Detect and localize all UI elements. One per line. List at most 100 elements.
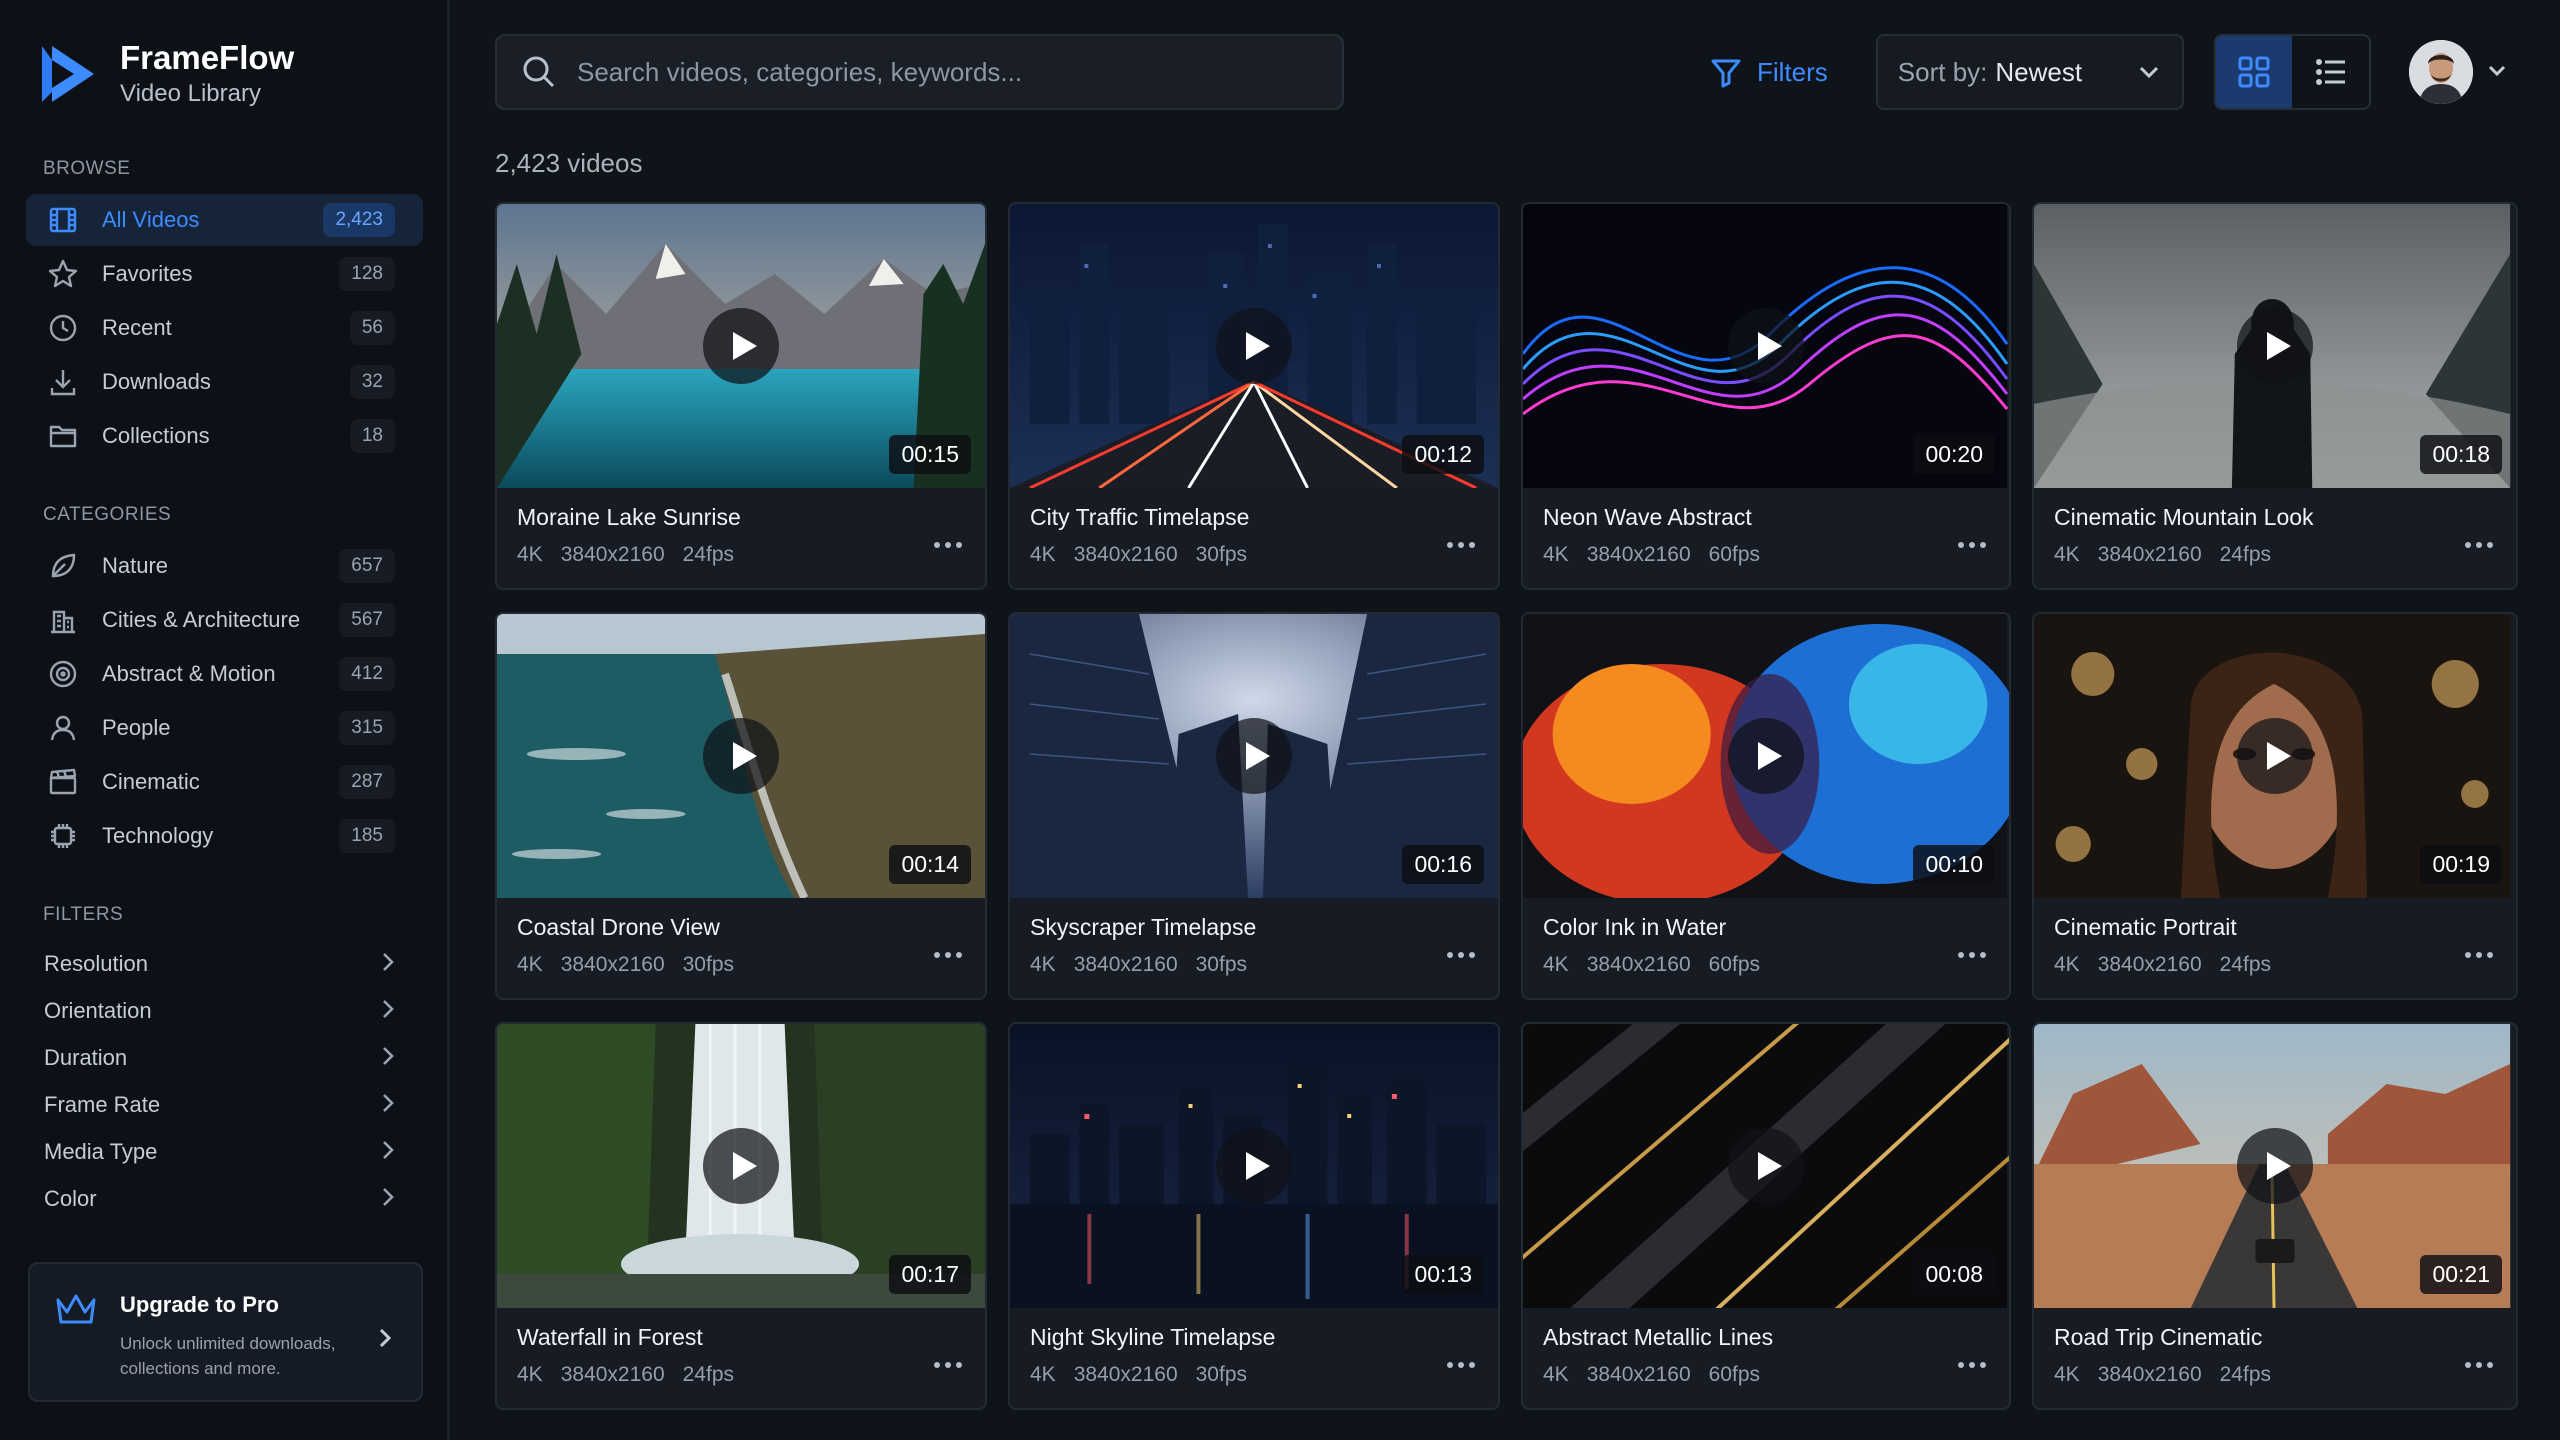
category-item-cinematic[interactable]: Cinematic 287	[26, 756, 423, 808]
video-thumbnail[interactable]: 00:10	[1523, 614, 2009, 898]
filter-resolution[interactable]: Resolution	[26, 940, 423, 987]
more-options-icon[interactable]	[2464, 1344, 2494, 1376]
play-button[interactable]	[1728, 308, 1804, 384]
filter-media-type[interactable]: Media Type	[26, 1128, 423, 1175]
filter-frame-rate[interactable]: Frame Rate	[26, 1081, 423, 1128]
video-card[interactable]: 00:13 Night Skyline Timelapse 4K 3840x2160 3…	[1008, 1022, 1500, 1410]
category-item-abstract-motion[interactable]: Abstract & Motion 412	[26, 648, 423, 700]
video-specs: 4K 3840x2160 30fps	[1030, 953, 1478, 977]
video-resolution: 4K	[2054, 1363, 2080, 1386]
sort-dropdown[interactable]: Sort by: Newest	[1875, 34, 2184, 110]
video-card[interactable]: 00:10 Color Ink in Water 4K 3840x2160 60fps	[1521, 612, 2011, 1000]
sidebar-item-downloads[interactable]: Downloads 32	[26, 356, 423, 408]
video-thumbnail[interactable]: 00:21	[2034, 1024, 2516, 1308]
video-thumbnail[interactable]: 00:14	[497, 614, 985, 898]
more-options-icon[interactable]	[933, 1344, 963, 1376]
play-button[interactable]	[1216, 308, 1292, 384]
nav-label: Abstract & Motion	[102, 661, 276, 686]
search-icon	[523, 56, 555, 88]
play-button[interactable]	[1216, 718, 1292, 794]
video-thumbnail[interactable]: 00:08	[1523, 1024, 2009, 1308]
video-card[interactable]: 00:19 Cinematic Portrait 4K 3840x2160 24fps	[2032, 612, 2518, 1000]
more-options-icon[interactable]	[1446, 1344, 1476, 1376]
nav-count: 56	[349, 311, 395, 345]
more-options-icon[interactable]	[1957, 524, 1987, 556]
chevron-right-icon	[377, 948, 399, 980]
sidebar-item-recent[interactable]: Recent 56	[26, 302, 423, 354]
filter-label: Resolution	[44, 950, 148, 976]
filter-orientation[interactable]: Orientation	[26, 987, 423, 1034]
more-options-icon[interactable]	[1957, 934, 1987, 966]
more-options-icon[interactable]	[1446, 524, 1476, 556]
brand[interactable]: FrameFlow Video Library	[38, 36, 423, 112]
nav-label: Cities & Architecture	[102, 607, 301, 632]
leaf-icon	[46, 549, 80, 583]
video-card[interactable]: 00:15 Moraine Lake Sunrise 4K 3840x2160 24fp…	[495, 202, 987, 590]
more-options-icon[interactable]	[933, 934, 963, 966]
more-options-icon[interactable]	[933, 524, 963, 556]
filter-duration[interactable]: Duration	[26, 1034, 423, 1081]
category-item-people[interactable]: People 315	[26, 702, 423, 754]
avatar[interactable]	[2408, 40, 2473, 104]
filter-color[interactable]: Color	[26, 1175, 423, 1222]
duration-badge: 00:08	[1913, 1255, 1995, 1294]
play-button[interactable]	[703, 308, 779, 384]
video-card[interactable]: 00:12 City Traffic Timelapse 4K 3840x2160 30…	[1008, 202, 1500, 590]
more-options-icon[interactable]	[1957, 1344, 1987, 1376]
video-card[interactable]: 00:08 Abstract Metallic Lines 4K 3840x2160 6…	[1521, 1022, 2011, 1410]
video-title: Moraine Lake Sunrise	[517, 504, 741, 530]
play-button[interactable]	[1728, 718, 1804, 794]
topbar: Filters Sort by: Newest	[495, 34, 2560, 110]
sidebar-item-all-videos[interactable]: All Videos 2,423	[26, 194, 423, 246]
category-item-cities-architecture[interactable]: Cities & Architecture 567	[26, 594, 423, 646]
video-dimensions: 3840x2160	[560, 543, 665, 566]
filters-list: Resolution Orientation Duration Frame Rate M…	[26, 940, 423, 1222]
video-title: Road Trip Cinematic	[2054, 1324, 2263, 1350]
search-input[interactable]	[577, 56, 1318, 88]
video-thumbnail[interactable]: 00:15	[497, 204, 985, 488]
play-button[interactable]	[703, 718, 779, 794]
video-thumbnail[interactable]: 00:18	[2034, 204, 2516, 488]
video-title: Waterfall in Forest	[517, 1324, 703, 1350]
play-button[interactable]	[2237, 718, 2313, 794]
video-thumbnail[interactable]: 00:19	[2034, 614, 2516, 898]
video-title: Abstract Metallic Lines	[1543, 1324, 1774, 1350]
grid-view-button[interactable]	[2215, 36, 2293, 108]
play-button[interactable]	[1216, 1128, 1292, 1204]
video-thumbnail[interactable]: 00:16	[1010, 614, 1498, 898]
video-thumbnail[interactable]: 00:12	[1010, 204, 1498, 488]
video-dimensions: 3840x2160	[2097, 953, 2202, 976]
video-fps: 30fps	[682, 953, 734, 976]
upgrade-to-pro-card[interactable]: Upgrade to Pro Unlock unlimited download…	[28, 1262, 423, 1402]
search-box[interactable]	[495, 34, 1344, 110]
category-item-technology[interactable]: Technology 185	[26, 810, 423, 862]
video-card[interactable]: 00:16 Skyscraper Timelapse 4K 3840x2160 30fp…	[1008, 612, 1500, 1000]
more-options-icon[interactable]	[2464, 524, 2494, 556]
video-card[interactable]: 00:18 Cinematic Mountain Look 4K 3840x2160 2…	[2032, 202, 2518, 590]
filter-label: Media Type	[44, 1138, 158, 1164]
video-thumbnail[interactable]: 00:13	[1010, 1024, 1498, 1308]
sidebar-item-favorites[interactable]: Favorites 128	[26, 248, 423, 300]
duration-badge: 00:15	[889, 435, 971, 474]
category-item-nature[interactable]: Nature 657	[26, 540, 423, 592]
video-resolution: 4K	[517, 1363, 543, 1386]
play-button[interactable]	[2237, 1128, 2313, 1204]
filters-button[interactable]: Filters	[1709, 55, 1828, 89]
sidebar-item-collections[interactable]: Collections 18	[26, 410, 423, 462]
play-button[interactable]	[1728, 1128, 1804, 1204]
video-card[interactable]: 00:14 Coastal Drone View 4K 3840x2160 30fps	[495, 612, 987, 1000]
more-options-icon[interactable]	[1446, 934, 1476, 966]
video-card[interactable]: 00:17 Waterfall in Forest 4K 3840x2160 24fps	[495, 1022, 987, 1410]
list-view-button[interactable]	[2292, 36, 2369, 108]
video-thumbnail[interactable]: 00:17	[497, 1024, 985, 1308]
video-card[interactable]: 00:20 Neon Wave Abstract 4K 3840x2160 60fps	[1521, 202, 2011, 590]
more-options-icon[interactable]	[2464, 934, 2494, 966]
filter-label: Duration	[44, 1044, 128, 1070]
video-thumbnail[interactable]: 00:20	[1523, 204, 2009, 488]
video-card[interactable]: 00:21 Road Trip Cinematic 4K 3840x2160 24fps	[2032, 1022, 2518, 1410]
video-fps: 30fps	[1195, 1363, 1247, 1386]
user-menu[interactable]	[2408, 40, 2509, 104]
play-button[interactable]	[2237, 308, 2313, 384]
play-icon	[1246, 332, 1270, 360]
play-button[interactable]	[703, 1128, 779, 1204]
